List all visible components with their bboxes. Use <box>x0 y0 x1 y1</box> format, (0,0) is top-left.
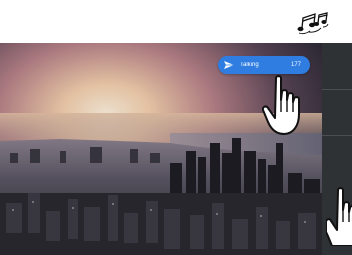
talking-badge[interactable]: Talking 177 <box>218 56 310 74</box>
top-bar <box>0 0 352 40</box>
music-notes-icon[interactable] <box>296 10 330 36</box>
badge-count: 177 <box>290 62 301 68</box>
panel-divider <box>322 135 352 136</box>
pointing-hand-icon <box>262 75 300 135</box>
screen: Talking 177 <box>0 0 352 255</box>
paper-plane-icon <box>224 61 234 69</box>
panel-divider <box>322 89 352 90</box>
pointing-hand-icon <box>326 187 352 246</box>
badge-label: Talking <box>240 62 259 68</box>
